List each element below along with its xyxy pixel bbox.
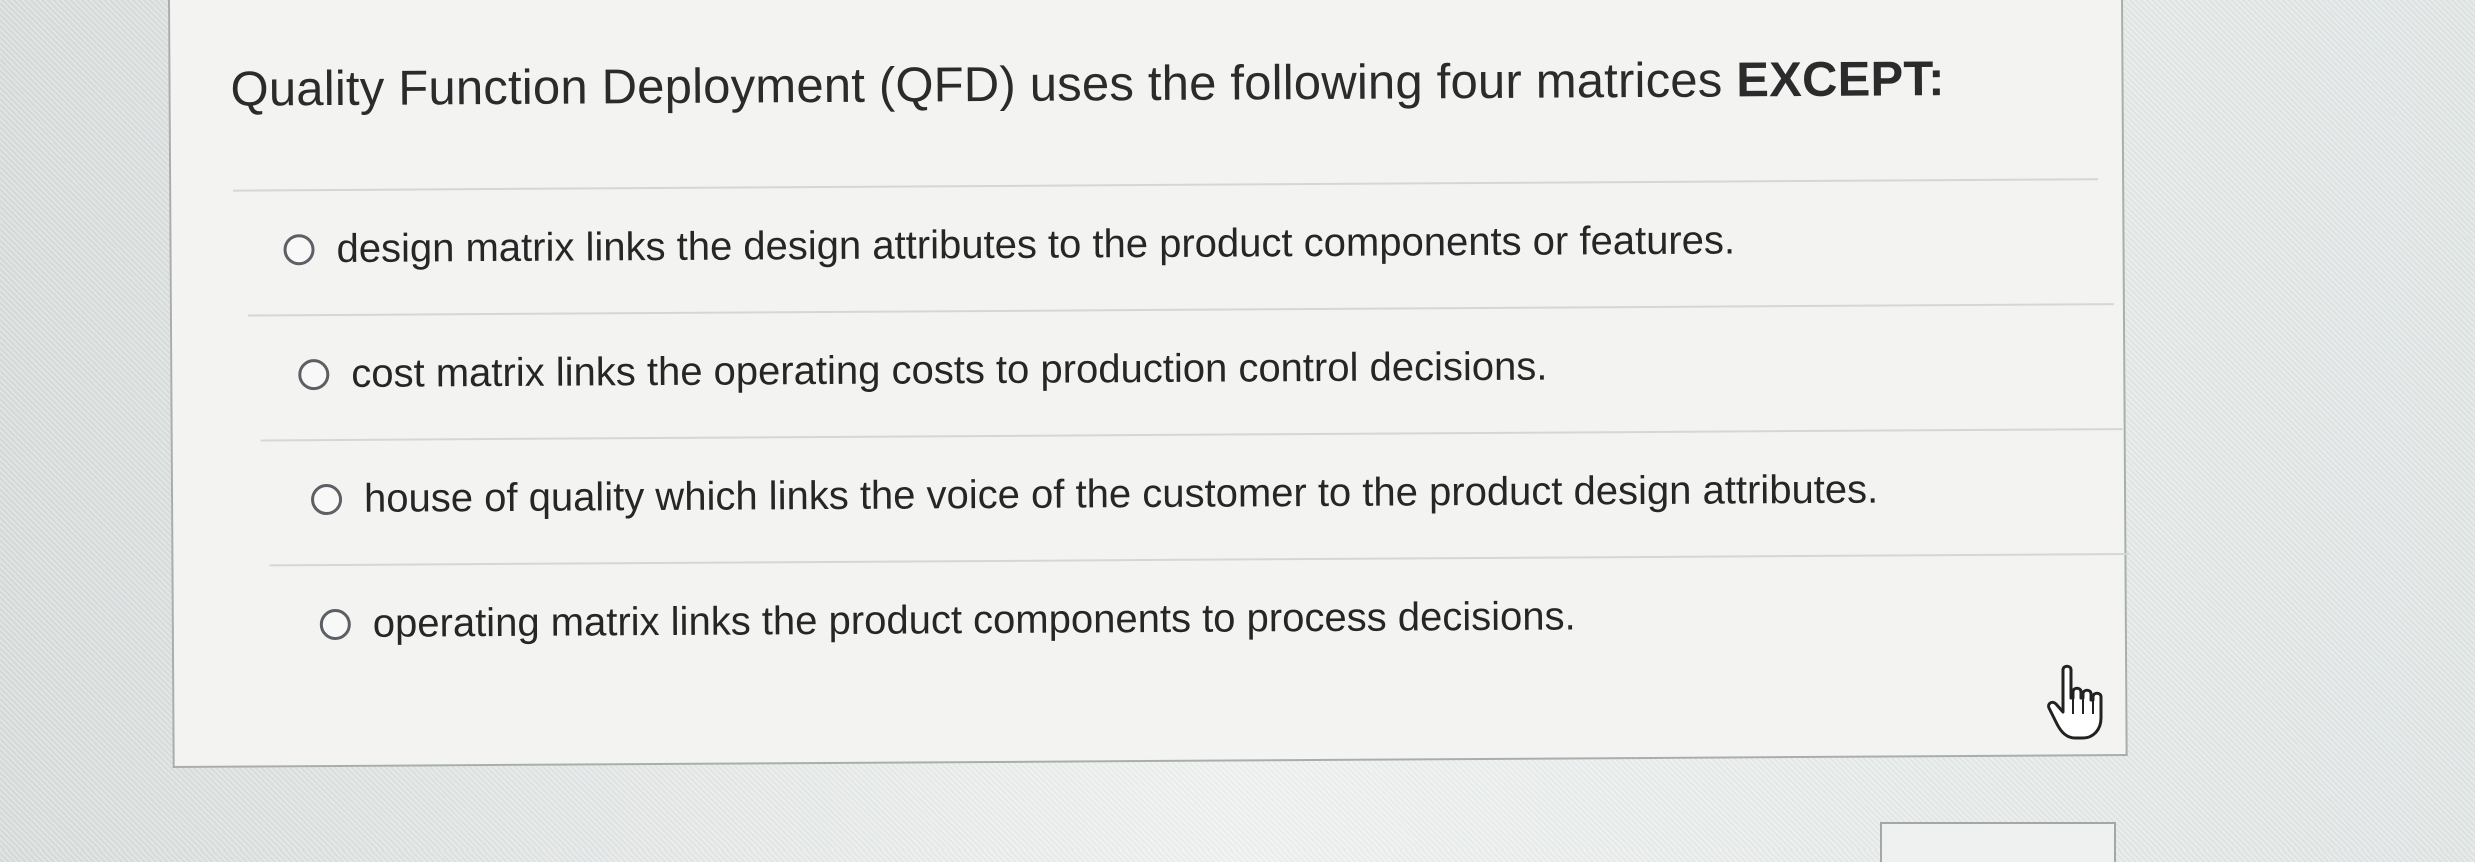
answer-option-label[interactable]: cost matrix links the operating costs to… [351, 344, 1547, 396]
radio-unselected-icon[interactable] [319, 608, 351, 640]
radio-unselected-icon[interactable] [310, 483, 343, 515]
question-card: Quality Function Deployment (QFD) uses t… [168, 0, 2131, 768]
question-emphasis: EXCEPT: [1736, 52, 1945, 108]
next-button-edge[interactable] [1880, 822, 2116, 862]
answer-option-1[interactable]: design matrix links the design attribute… [233, 178, 2099, 308]
question-text: Quality Function Deployment (QFD) uses t… [230, 53, 1723, 117]
answer-option-label[interactable]: design matrix links the design attribute… [336, 218, 1735, 272]
answer-option-3[interactable]: house of quality which links the voice o… [260, 428, 2124, 558]
answer-option-2[interactable]: cost matrix links the operating costs to… [247, 303, 2115, 433]
hand-pointer-cursor-icon [2047, 664, 2103, 740]
radio-unselected-icon[interactable] [283, 233, 315, 265]
radio-unselected-icon[interactable] [298, 358, 330, 390]
answer-option-4[interactable]: operating matrix links the product compo… [269, 553, 2131, 683]
question-prompt: Quality Function Deployment (QFD) uses t… [230, 51, 1944, 117]
answer-option-label[interactable]: house of quality which links the voice o… [364, 467, 1878, 521]
answer-option-label[interactable]: operating matrix links the product compo… [373, 594, 1576, 646]
